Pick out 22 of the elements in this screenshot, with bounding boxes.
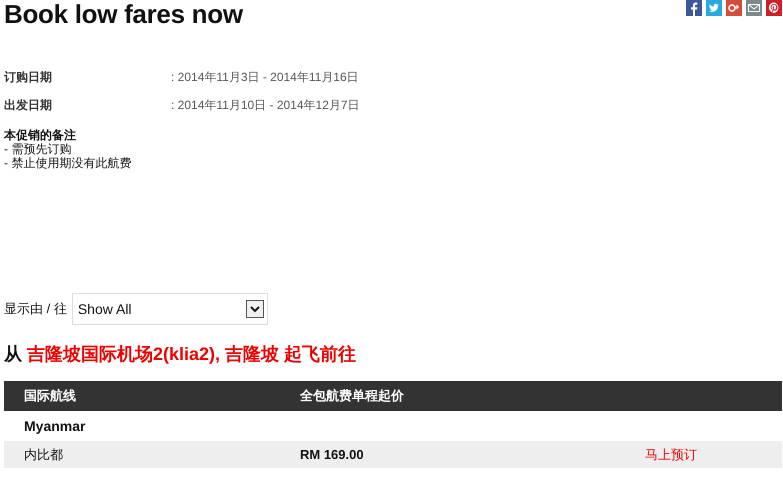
- origin-heading: 从 吉隆坡国际机场2(klia2), 吉隆坡 起飞前往: [4, 343, 358, 366]
- page-title: Book low fares now: [4, 0, 243, 28]
- note-item: - 禁止使用期没有此航费: [4, 156, 132, 170]
- detail-label: 出发日期: [4, 96, 53, 114]
- column-header: 全包航费单程起价: [300, 388, 404, 403]
- share-icon[interactable]: [726, 0, 742, 16]
- note-item: - 需预先订购: [4, 142, 72, 156]
- filter-label: 显示由 / 往: [4, 300, 67, 318]
- price-cell: RM 169.00: [300, 447, 364, 462]
- share-icon[interactable]: [686, 0, 702, 16]
- detail-label: 订购日期: [4, 68, 53, 86]
- select-field[interactable]: Show All: [72, 293, 268, 325]
- detail-value: : 2014年11月10日 - 2014年12月7日: [171, 96, 360, 114]
- book-link[interactable]: 马上预订: [645, 446, 697, 462]
- group-name: Myanmar: [24, 418, 86, 434]
- table-cell: 内比都: [24, 446, 63, 462]
- detail-value: : 2014年11月3日 - 2014年11月16日: [171, 68, 359, 86]
- notes-heading: 本促销的备注: [4, 128, 77, 142]
- envelope-icon[interactable]: [746, 0, 762, 16]
- share-icon[interactable]: [766, 0, 782, 16]
- column-header: 国际航线: [24, 388, 76, 403]
- caret-icon: [246, 300, 264, 318]
